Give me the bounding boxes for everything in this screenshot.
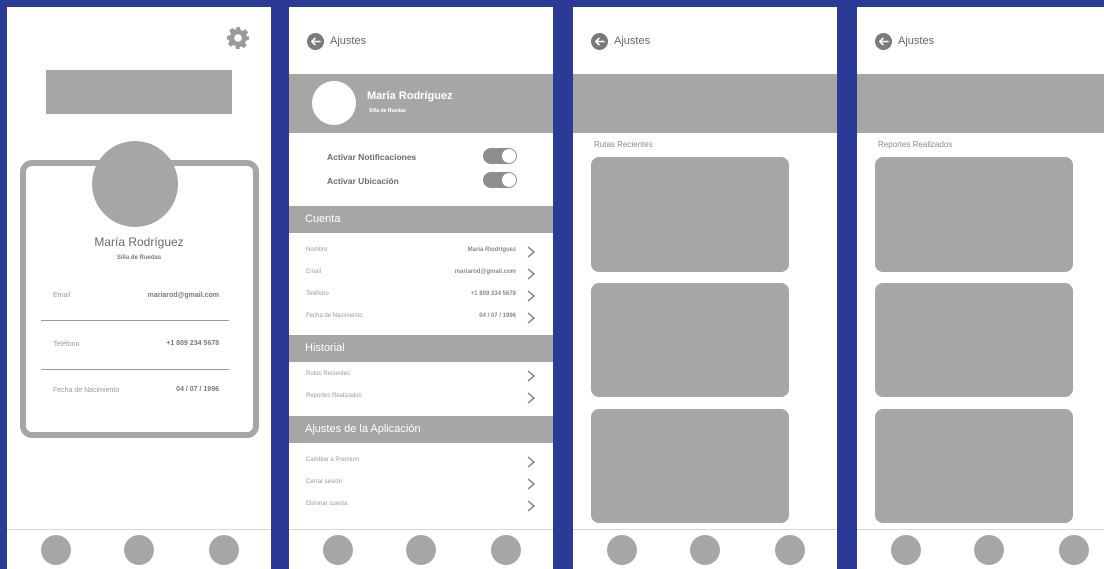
avatar	[92, 141, 178, 227]
row-label: Rutas Recientes	[306, 371, 351, 377]
reports-screen: Ajustes Reportes Realizados	[857, 7, 1104, 569]
header-banner-placeholder	[46, 70, 232, 114]
phone-label: Teléfono	[53, 341, 80, 348]
row-label: Cerrar sesión	[306, 479, 343, 485]
nav-button-2[interactable]	[690, 535, 720, 565]
chevron-right-icon	[527, 500, 536, 512]
section-title: Ajustes de la Aplicación	[305, 423, 421, 435]
section-title: Reportes Realizados	[878, 140, 953, 149]
bottom-nav	[857, 529, 1104, 569]
row-label: Eliminar cuenta	[306, 501, 348, 507]
back-arrow-icon[interactable]	[875, 33, 892, 50]
section-title: Rutas Recientes	[594, 140, 653, 149]
header-band	[857, 74, 1104, 133]
row-label: Fecha de Nacimiento	[306, 313, 363, 319]
header-band	[573, 74, 837, 133]
section-app-settings: Ajustes de la Aplicación	[289, 416, 553, 443]
birthdate-value: 04 / 07 / 1996	[176, 386, 219, 393]
section-historial: Historial	[289, 335, 553, 362]
page-title: Ajustes	[614, 35, 651, 47]
email-value: mariarod@gmail.com	[147, 292, 219, 299]
row-value: mariarod@gmail.com	[454, 269, 516, 275]
page-title: Ajustes	[330, 35, 367, 47]
nav-button-1[interactable]	[323, 535, 353, 565]
nav-button-2[interactable]	[406, 535, 436, 565]
chevron-right-icon	[527, 478, 536, 490]
recent-routes-screen: Ajustes Rutas Recientes	[573, 7, 837, 569]
nav-button-3[interactable]	[1059, 535, 1089, 565]
location-toggle[interactable]	[483, 172, 517, 188]
user-name: María Rodríguez	[367, 90, 453, 102]
row-label: Teléfono	[306, 291, 329, 297]
bottom-nav	[289, 529, 553, 569]
nav-button-3[interactable]	[775, 535, 805, 565]
row-value: +1 809 234 5678	[470, 291, 516, 297]
divider	[41, 320, 229, 321]
row-value: 04 / 07 / 1996	[479, 313, 516, 319]
nav-button-3[interactable]	[491, 535, 521, 565]
nav-button-1[interactable]	[41, 535, 71, 565]
email-label: Email	[53, 292, 71, 299]
profile-name: María Rodríguez	[94, 235, 184, 249]
gear-icon[interactable]	[226, 26, 250, 50]
section-title: Historial	[305, 342, 345, 354]
chevron-right-icon	[527, 312, 536, 324]
route-card[interactable]	[591, 409, 789, 523]
chevron-right-icon	[527, 246, 536, 258]
bottom-nav	[573, 529, 837, 569]
row-label: Cambiar a Premium	[306, 457, 360, 463]
chevron-right-icon	[527, 392, 536, 404]
notifications-label: Activar Notificaciones	[327, 152, 417, 162]
toggle-knob	[502, 173, 516, 187]
nav-button-2[interactable]	[974, 535, 1004, 565]
birthdate-label: Fecha de Nacimiento	[53, 387, 120, 394]
report-card[interactable]	[875, 409, 1073, 523]
report-card[interactable]	[875, 283, 1073, 397]
back-arrow-icon[interactable]	[307, 33, 324, 50]
settings-screen: Ajustes María Rodríguez Silla de Ruedas …	[289, 7, 553, 569]
chevron-right-icon	[527, 268, 536, 280]
section-title: Cuenta	[305, 213, 341, 225]
nav-button-1[interactable]	[891, 535, 921, 565]
route-card[interactable]	[591, 157, 789, 272]
row-label: Email	[306, 269, 322, 275]
profile-subtitle: Silla de Ruedas	[116, 255, 162, 261]
phone-value: +1 809 234 5678	[166, 340, 219, 347]
report-card[interactable]	[875, 157, 1073, 272]
page-title: Ajustes	[898, 35, 935, 47]
profile-screen: María Rodríguez Silla de Ruedas Email ma…	[7, 7, 271, 569]
row-label: Reportes Realizados	[306, 393, 362, 399]
nav-button-1[interactable]	[607, 535, 637, 565]
nav-button-3[interactable]	[209, 535, 239, 565]
section-cuenta: Cuenta	[289, 206, 553, 233]
user-subtitle: Silla de Ruedas	[369, 108, 406, 114]
chevron-right-icon	[527, 456, 536, 468]
route-card[interactable]	[591, 283, 789, 397]
avatar	[312, 81, 356, 125]
divider	[41, 369, 229, 370]
toggle-knob	[502, 149, 516, 163]
row-value: María Riodríguez	[467, 247, 516, 253]
back-arrow-icon[interactable]	[591, 33, 608, 50]
row-label: Nombre	[306, 247, 328, 253]
nav-button-2[interactable]	[124, 535, 154, 565]
chevron-right-icon	[527, 370, 536, 382]
location-label: Activar Ubicación	[327, 176, 399, 186]
chevron-right-icon	[527, 290, 536, 302]
bottom-nav	[7, 529, 271, 569]
notifications-toggle[interactable]	[483, 148, 517, 164]
